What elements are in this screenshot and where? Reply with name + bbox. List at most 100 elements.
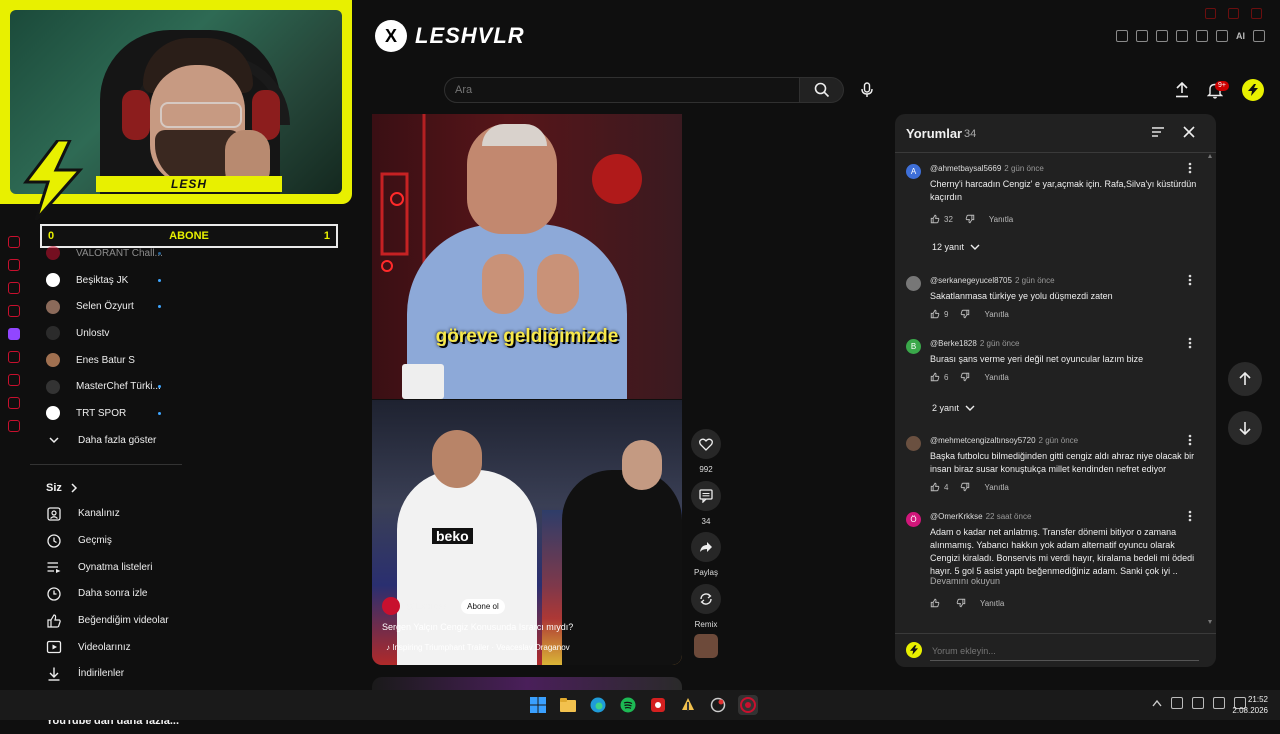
next-short-button[interactable]: [1228, 411, 1262, 445]
reply-button[interactable]: Yanıtla: [984, 373, 1008, 382]
file-explorer-icon[interactable]: [558, 695, 578, 715]
comment-menu-button[interactable]: [1188, 162, 1198, 174]
remix-button[interactable]: [691, 584, 721, 614]
sort-button[interactable]: [1151, 126, 1165, 138]
sidebar-item-video[interactable]: Videolarınız: [30, 634, 185, 661]
twitch-icon[interactable]: [8, 328, 20, 340]
browser-app-icon[interactable]: [738, 695, 758, 715]
sidebar-subscription-item[interactable]: MasterChef Türki...: [30, 373, 185, 400]
dislike-comment-button[interactable]: [960, 482, 970, 492]
reply-button[interactable]: Yanıtla: [980, 599, 1004, 608]
rail-icon[interactable]: [8, 305, 20, 317]
sidebar-subscription-item[interactable]: VALORANT Chall...: [30, 240, 185, 267]
like-comment-button[interactable]: [930, 482, 940, 492]
rail-icon[interactable]: [8, 397, 20, 409]
commenter-handle[interactable]: @Berke1828: [930, 339, 977, 348]
show-more-button[interactable]: Daha fazla göster: [30, 427, 185, 454]
sidebar-subscription-item[interactable]: Enes Batur S: [30, 347, 185, 374]
ai-button[interactable]: AI: [1236, 31, 1245, 41]
clock[interactable]: 21:52 2.08.2026: [1228, 694, 1268, 716]
video-music[interactable]: ♪ Inspiring Triumphant Trailer · Veacesl…: [386, 643, 570, 652]
heart-icon[interactable]: [1196, 30, 1208, 42]
reply-button[interactable]: Yanıtla: [989, 215, 1013, 224]
comments-scrollbar[interactable]: [1208, 154, 1212, 624]
rail-icon[interactable]: [8, 351, 20, 363]
brand[interactable]: X LESHVLR: [375, 20, 525, 52]
dislike-comment-button[interactable]: [956, 598, 966, 608]
rail-icon[interactable]: [8, 374, 20, 386]
comment-menu-button[interactable]: [1188, 510, 1198, 522]
sidebar-item-playlist[interactable]: Oynatma listeleri: [30, 554, 185, 581]
comment-time[interactable]: 22 saat önce: [986, 512, 1032, 521]
comment-menu-button[interactable]: [1188, 434, 1198, 446]
subscribe-button[interactable]: Abone ol: [461, 598, 505, 614]
sidebar-item-history[interactable]: Geçmiş: [30, 527, 185, 554]
read-more-link[interactable]: Devamını okuyun: [930, 576, 1000, 586]
comment-menu-button[interactable]: [1188, 337, 1198, 349]
rail-icon[interactable]: [8, 282, 20, 294]
close-comments-button[interactable]: [1183, 126, 1195, 138]
wifi-icon[interactable]: [1213, 697, 1225, 709]
sidebar-item-download[interactable]: İndirilenler: [30, 661, 185, 688]
menu-icon[interactable]: [1253, 30, 1265, 42]
share-button[interactable]: [691, 532, 721, 562]
create-button[interactable]: [1170, 78, 1194, 102]
search-input[interactable]: [445, 78, 795, 102]
rail-icon[interactable]: [8, 259, 20, 271]
video-title[interactable]: Sergen Yalçın Cengiz Konusunda Israrcı m…: [382, 622, 573, 632]
dislike-comment-button[interactable]: [960, 372, 970, 382]
commenter-avatar[interactable]: Ö: [906, 512, 921, 527]
reply-button[interactable]: Yanıtla: [984, 483, 1008, 492]
commenter-avatar[interactable]: B: [906, 339, 921, 354]
commenter-handle[interactable]: @serkanegeyucel8705: [930, 276, 1012, 285]
sidebar-subscription-item[interactable]: Beşiktaş JK: [30, 267, 185, 294]
like-comment-button[interactable]: [930, 309, 940, 319]
reply-button[interactable]: Yanıtla: [984, 310, 1008, 319]
you-section-header[interactable]: Siz: [30, 475, 185, 501]
shield-icon[interactable]: [1156, 30, 1168, 42]
commenter-handle[interactable]: @ahmetbaysal5669: [930, 164, 1001, 173]
app-icon[interactable]: [708, 695, 728, 715]
short-video-current[interactable]: göreve geldiğimizde: [372, 114, 682, 399]
profile-icon[interactable]: [1216, 30, 1228, 42]
comment-time[interactable]: 2 gün önce: [1004, 164, 1044, 173]
close-window-icon[interactable]: [1251, 8, 1262, 19]
view-replies-button[interactable]: 2 yanıt: [932, 403, 975, 413]
commenter-avatar[interactable]: A: [906, 164, 921, 179]
comment-input[interactable]: [930, 642, 1199, 661]
sidebar-item-channel[interactable]: Kanalınız: [30, 501, 185, 528]
comment-time[interactable]: 2 gün önce: [980, 339, 1020, 348]
maximize-icon[interactable]: [1228, 8, 1239, 19]
pin-icon[interactable]: [1116, 30, 1128, 42]
dislike-comment-button[interactable]: [960, 309, 970, 319]
commenter-handle[interactable]: @mehmetcengizaltınsoy5720: [930, 436, 1036, 445]
screenshot-icon[interactable]: [1136, 30, 1148, 42]
channel-name[interactable]: @Express...: [406, 601, 455, 611]
search-button[interactable]: [800, 77, 844, 103]
rail-icon[interactable]: [8, 420, 20, 432]
like-comment-button[interactable]: [930, 372, 940, 382]
app-icon[interactable]: [678, 695, 698, 715]
comment-time[interactable]: 2 gün önce: [1015, 276, 1055, 285]
rail-icon[interactable]: [8, 236, 20, 248]
sidebar-subscription-item[interactable]: TRT SPOR: [30, 400, 185, 427]
account-avatar[interactable]: [1242, 79, 1264, 101]
like-button[interactable]: [691, 429, 721, 459]
edge-browser-icon[interactable]: [588, 695, 608, 715]
sidebar-item-like[interactable]: Beğendiğim videolar: [30, 607, 185, 634]
like-comment-button[interactable]: [930, 214, 940, 224]
sidebar-subscription-item[interactable]: Selen Özyurt: [30, 293, 185, 320]
comment-time[interactable]: 2 gün önce: [1039, 436, 1079, 445]
commenter-avatar[interactable]: [906, 276, 921, 291]
chevron-up-icon[interactable]: [1152, 699, 1162, 707]
like-comment-button[interactable]: [930, 598, 940, 608]
commenter-handle[interactable]: @OmerKrkkse: [930, 512, 983, 521]
short-video-next[interactable]: beko @Express... Abone ol Sergen Yalçın …: [372, 400, 682, 665]
comments-button[interactable]: [691, 481, 721, 511]
app-icon[interactable]: [648, 695, 668, 715]
windows-start-icon[interactable]: [528, 695, 548, 715]
voice-search-button[interactable]: [853, 76, 881, 104]
dislike-comment-button[interactable]: [965, 214, 975, 224]
view-replies-button[interactable]: 12 yanıt: [932, 242, 980, 252]
channel-avatar[interactable]: [382, 597, 400, 615]
